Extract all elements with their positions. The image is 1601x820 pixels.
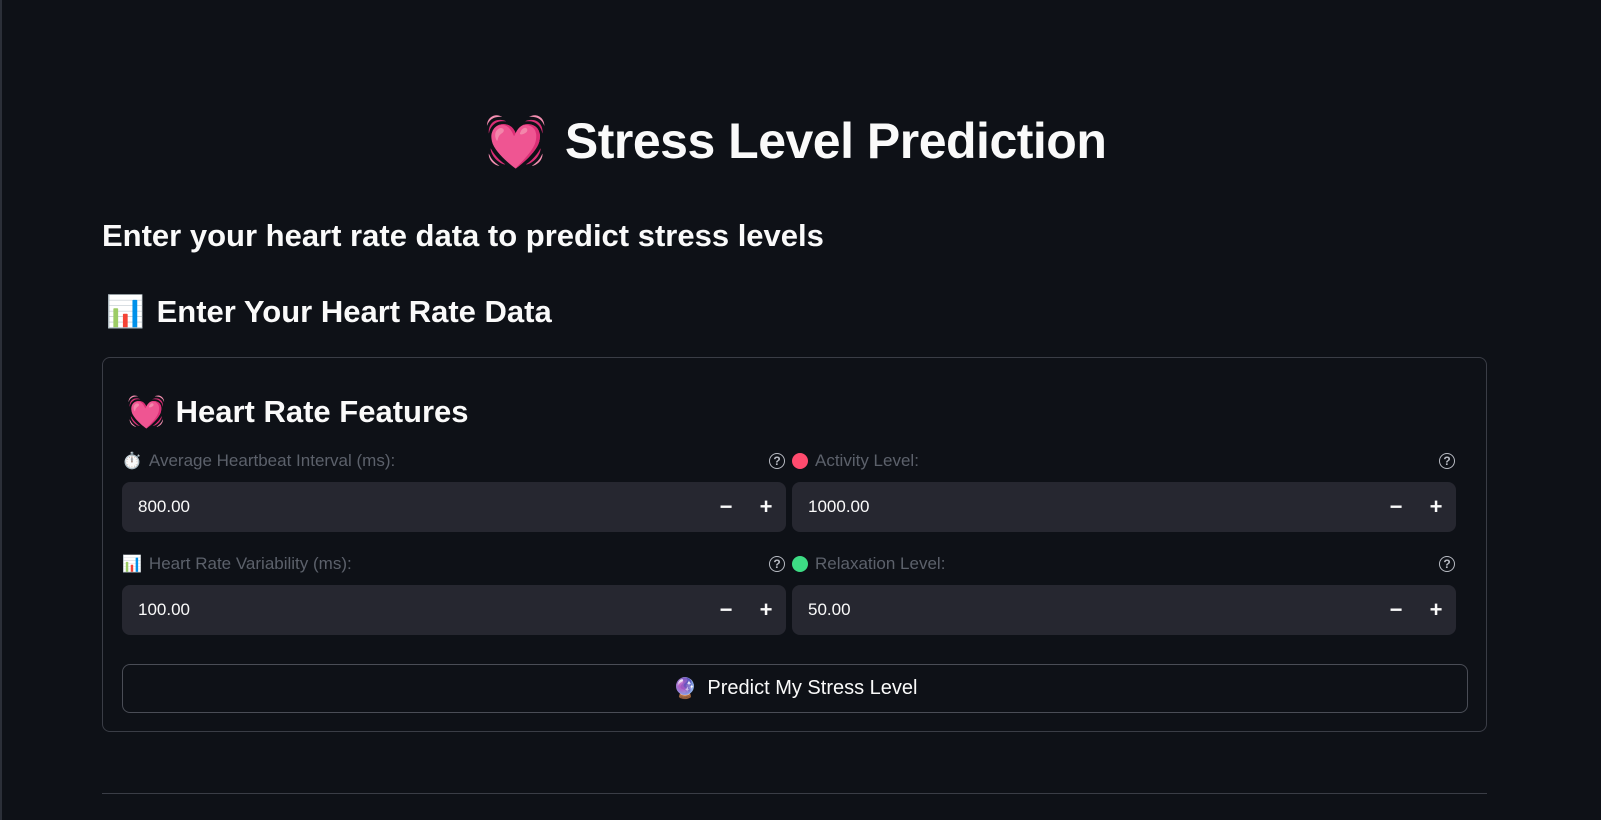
heart-rate-form: 💓 Heart Rate Features ⏱️ Average Heartbe… [102,357,1487,732]
field-activity-level: Activity Level: ? − + [792,450,1456,533]
decrement-button[interactable]: − [706,585,746,635]
decrement-button[interactable]: − [1376,585,1416,635]
help-icon[interactable]: ? [1439,556,1455,572]
average-heartbeat-interval-input[interactable] [122,481,706,533]
field-label: Heart Rate Variability (ms): [148,554,352,573]
bar-chart-icon: 📊 [122,556,142,573]
predict-stress-button[interactable]: 🔮 Predict My Stress Level [122,664,1468,713]
title-row: 💓 Stress Level Prediction [102,112,1489,170]
bar-chart-icon: 📊 [106,294,145,329]
increment-button[interactable]: + [1416,585,1456,635]
page-title: Stress Level Prediction [564,113,1107,169]
page-subtitle: Enter your heart rate data to predict st… [102,218,824,253]
relaxation-level-input[interactable] [792,584,1376,636]
field-label: Average Heartbeat Interval (ms): [148,451,396,470]
section-heading: 📊 Enter Your Heart Rate Data [106,293,552,330]
beating-heart-icon: 💓 [484,113,547,169]
crystal-ball-icon: 🔮 [672,678,698,700]
activity-level-input[interactable] [792,481,1376,533]
increment-button[interactable]: + [746,585,786,635]
field-label: Relaxation Level: [815,554,946,573]
heart-rate-variability-input[interactable] [122,584,706,636]
card-title-text: Heart Rate Features [175,393,469,429]
help-icon[interactable]: ? [1439,453,1455,469]
red-circle-icon [792,453,808,469]
decrement-button[interactable]: − [706,482,746,532]
green-circle-icon [792,556,808,572]
section-heading-text: Enter Your Heart Rate Data [156,293,552,329]
divider [102,793,1487,794]
increment-button[interactable]: + [746,482,786,532]
field-label: Activity Level: [815,451,919,470]
decrement-button[interactable]: − [1376,482,1416,532]
field-heart-rate-variability: 📊 Heart Rate Variability (ms): ? − + [122,553,786,636]
increment-button[interactable]: + [1416,482,1456,532]
help-icon[interactable]: ? [769,453,785,469]
card-title: 💓 Heart Rate Features [127,393,469,430]
stopwatch-icon: ⏱️ [122,453,142,470]
field-average-heartbeat-interval: ⏱️ Average Heartbeat Interval (ms): ? − … [122,450,786,533]
predict-button-label: Predict My Stress Level [707,677,918,699]
beating-heart-icon: 💓 [127,394,166,429]
field-relaxation-level: Relaxation Level: ? − + [792,553,1456,636]
help-icon[interactable]: ? [769,556,785,572]
window-edge [0,0,2,820]
